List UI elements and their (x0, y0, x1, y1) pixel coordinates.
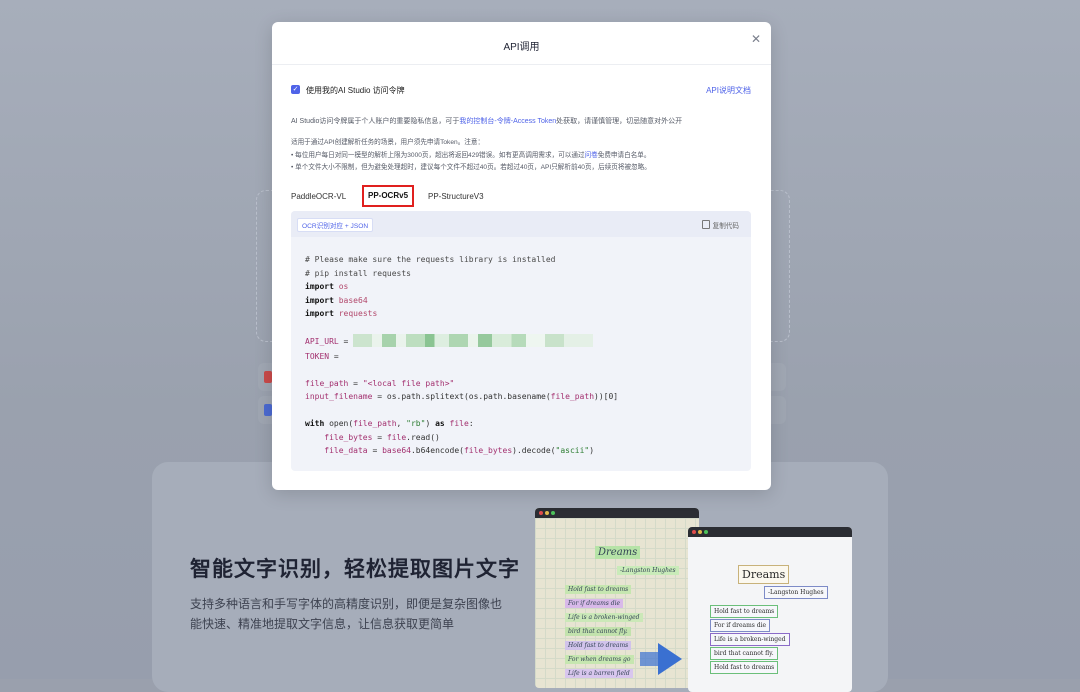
code-module: os (338, 282, 349, 291)
code-variable: file_data (324, 446, 368, 455)
arrow-right-icon (658, 643, 682, 675)
code-operator: = (372, 432, 387, 442)
tab-paddleocr-vl[interactable]: PaddleOCR-VL (291, 188, 346, 206)
code-text: ))[0] (594, 392, 619, 401)
code-block[interactable]: # Please make sure the requests library … (305, 253, 618, 458)
code-variable: file_path (353, 419, 397, 428)
usage-bullet-1: • 每位用户每日对同一模型的解析上限为3000页，超出将返回429错误。如有更高… (291, 150, 651, 163)
arrow-tail (640, 652, 660, 666)
token-notice: AI Studio访问令牌属于个人账户的重要隐私信息，可于我的控制台-令牌-Ac… (291, 116, 682, 126)
sample-tag: Dreams (595, 546, 641, 559)
tab-pp-ocrv5[interactable]: PP-OCRv5 (362, 185, 415, 207)
copy-code-label: 复制代码 (712, 223, 739, 230)
tab-pp-structurev3[interactable]: PP-StructureV3 (428, 188, 484, 206)
result-box: Dreams (738, 565, 790, 584)
code-variable: file (449, 419, 469, 428)
code-variable: file (386, 432, 407, 442)
result-box: For if dreams die (710, 619, 771, 632)
usage-notes: 适用于通过API创建解析任务的场景，用户须先申请Token。注意： • 每位用户… (291, 137, 651, 175)
code-variable: file_path (305, 378, 349, 388)
redacted-api-url (353, 334, 594, 347)
result-box: Hold fast to dreams (710, 661, 779, 674)
api-doc-link[interactable]: API说明文档 (706, 85, 751, 96)
code-variable: TOKEN (305, 351, 330, 361)
code-text: = os.path.splitext(os.path.basename( (372, 392, 551, 401)
result-box: Hold fast to dreams (710, 605, 779, 618)
dialog-header: API调用 ✕ (272, 22, 771, 65)
code-operator: = (348, 378, 363, 388)
code-text: ) (425, 419, 436, 428)
usage-bullet-2: • 单个文件大小不限制，但为避免处理超时，建议每个文件不超过40页。若超过40页… (291, 164, 651, 171)
token-option-row: ✓ 使用我的AI Studio 访问令牌 API说明文档 (291, 84, 751, 98)
code-keyword: import (305, 282, 334, 291)
code-variable: API_URL (305, 337, 339, 346)
use-token-checkbox[interactable]: ✓ (291, 85, 300, 94)
console-token-link[interactable]: 我的控制台-令牌-Access Token (459, 118, 556, 125)
feature-description: 支持多种语言和手写字体的高精度识别，即便是复杂图像也能快速、精准地提取文字信息，… (190, 597, 503, 631)
code-keyword: as (435, 419, 445, 428)
code-variable: input_filename (305, 392, 373, 401)
dialog-title: API调用 (503, 42, 540, 53)
sample-tag: bird that cannot fly. (565, 627, 631, 636)
code-string: "<local file path>" (362, 378, 455, 388)
redacted-token (344, 349, 574, 362)
code-keyword: import (305, 295, 334, 305)
sample-tag: For if dreams die (565, 599, 624, 608)
bullet-text: • 每位用户每日对同一模型的解析上限为3000页，超出将返回429错误。如有更高… (291, 151, 585, 159)
sample-tag: -Langston Hughes (617, 566, 679, 575)
code-badge[interactable]: OCR识别对应 + JSON (297, 218, 374, 232)
use-token-label[interactable]: 使用我的AI Studio 访问令牌 (306, 85, 405, 96)
sample-tag: For when dreams go (565, 655, 634, 664)
code-string: "ascii" (555, 446, 590, 455)
sample-tag: Hold fast to dreams (565, 641, 632, 650)
copy-code-button[interactable]: 复制代码 (701, 220, 739, 230)
code-variable: file_path (550, 392, 595, 401)
code-string: "rb" (406, 419, 426, 428)
code-text: open( (324, 419, 354, 428)
usage-intro: 适用于通过API创建解析任务的场景，用户须先申请Token。注意： (291, 139, 485, 146)
questionnaire-link[interactable]: 问卷 (585, 152, 598, 159)
code-operator: = (329, 351, 344, 361)
code-comment: # pip install requests (305, 268, 411, 278)
code-operator: = (338, 337, 354, 346)
sample-tag: Hold fast to dreams (565, 585, 632, 594)
code-text: , (396, 419, 407, 428)
result-box: -Langston Hughes (764, 586, 828, 599)
code-module: base64 (382, 446, 411, 455)
code-text: ) (589, 446, 595, 455)
code-variable: file_bytes (324, 432, 373, 442)
notice-text: AI Studio访问令牌属于个人账户的重要隐私信息，可于 (291, 118, 460, 125)
recognized-result-window: Dreams -Langston Hughes Hold fast to dre… (688, 527, 852, 692)
model-tabs: PaddleOCR-VL PP-OCRv5 PP-StructureV3 (291, 185, 751, 207)
code-comment: # Please make sure the requests library … (305, 255, 556, 264)
bullet-text: 免费申请白名单。 (597, 151, 651, 159)
code-keyword: import (305, 309, 334, 318)
code-module: requests (338, 309, 378, 318)
close-icon[interactable]: ✕ (751, 32, 761, 46)
copy-icon (701, 220, 710, 229)
code-module: base64 (338, 295, 368, 305)
code-text: ).decode( (512, 446, 556, 455)
code-panel-header: OCR识别对应 + JSON 复制代码 (291, 211, 751, 237)
result-box: Life is a broken-winged (710, 633, 790, 646)
code-text: .read() (406, 432, 440, 442)
result-box: bird that cannot fly. (710, 647, 778, 660)
code-text: .b64encode( (410, 446, 464, 455)
sample-tag: Life is a barren field (565, 669, 633, 678)
feature-headline: 智能文字识别，轻松提取图片文字 (190, 558, 520, 581)
code-panel: OCR识别对应 + JSON 复制代码 # Please make sure t… (291, 211, 751, 471)
code-keyword: with (305, 419, 325, 428)
code-variable: file_bytes (463, 446, 513, 455)
code-operator: = (367, 446, 383, 455)
sample-tag: Life is a broken-winged (565, 613, 643, 622)
code-text: : (468, 419, 474, 428)
notice-text: 处获取，请谨慎管理，切忌随意对外公开 (556, 118, 683, 125)
api-call-dialog: API调用 ✕ ✓ 使用我的AI Studio 访问令牌 API说明文档 AI … (272, 22, 771, 490)
